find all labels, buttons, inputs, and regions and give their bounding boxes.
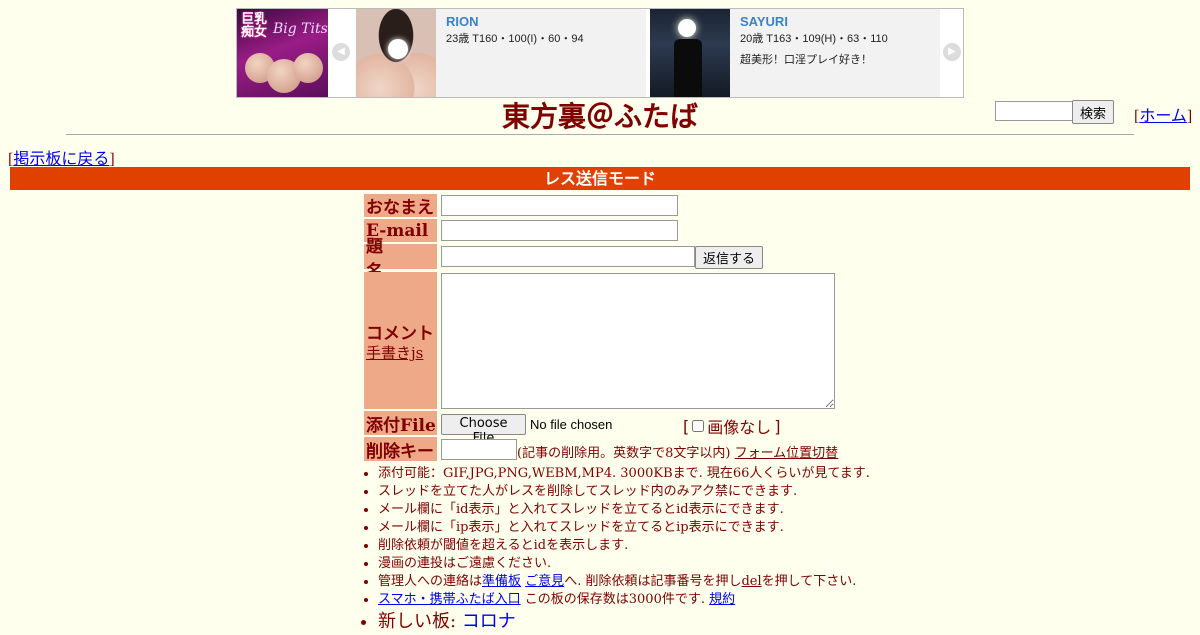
file-label: 添付File xyxy=(364,411,437,436)
list-item: 管理人への連絡は準備板 ご意見へ. 削除依頼は記事番号を押しdelを押して下さい… xyxy=(378,573,878,591)
promo-image[interactable]: 巨乳痴女 Big Tits xyxy=(237,9,328,97)
rule-text: へ. 削除依頼は記事番号を押し xyxy=(564,574,742,589)
submit-reply-button[interactable]: 返信する xyxy=(695,246,763,269)
list-item: 新しい板: コロナ xyxy=(378,609,878,635)
back-to-board-link[interactable]: 掲示板に戻る xyxy=(13,151,109,168)
choose-file-button[interactable]: Choose File xyxy=(441,414,526,446)
reply-mode-bar: レス送信モード xyxy=(10,167,1190,190)
board-rules-list: 添付可能：GIF,JPG,PNG,WEBM,MP4. 3000KBまで. 現在6… xyxy=(364,465,878,635)
promo-subtitle: Big Tits xyxy=(273,21,328,37)
name-label: おなまえ xyxy=(364,194,437,218)
promo-title: 巨乳痴女 xyxy=(241,12,268,40)
email-field[interactable] xyxy=(441,220,678,241)
form-position-toggle-link[interactable]: フォーム位置切替 xyxy=(735,446,839,461)
bracket: ] xyxy=(774,416,781,436)
terms-link[interactable]: 規約 xyxy=(709,592,735,607)
no-image-option: [ 画像なし ] xyxy=(683,414,781,438)
comment-label: コメント xyxy=(366,324,434,344)
rule-text: 管理人への連絡は xyxy=(378,574,483,589)
subject-field[interactable] xyxy=(441,246,695,267)
card-description: 超美形！口淫プレイ好き！ xyxy=(740,53,872,66)
delete-key-note: (記事の削除用。英数字で8文字以内) xyxy=(517,446,731,461)
promo-figure xyxy=(293,53,323,83)
photo-figure xyxy=(674,39,702,97)
rule-text: を押して下さい. xyxy=(761,574,857,589)
list-item: メール欄に「id表示」と入れてスレッドを立てるとid表示にできます. xyxy=(378,501,878,519)
preparation-board-link[interactable]: 準備板 xyxy=(482,574,521,589)
home-link[interactable]: ホーム xyxy=(1139,108,1187,125)
card-name: RION xyxy=(446,14,479,29)
mobile-entrance-link[interactable]: スマホ・携帯ふたば入口 xyxy=(378,592,521,607)
ad-banner[interactable]: 巨乳痴女 Big Tits ◀ RION 23歳 T160・100(I)・60・… xyxy=(236,8,964,98)
rule-text: この板の保存数は3000件です. xyxy=(520,592,705,607)
list-item: 添付可能：GIF,JPG,PNG,WEBM,MP4. 3000KBまで. 現在6… xyxy=(378,465,878,483)
delete-key-note-wrapper: (記事の削除用。英数字で8文字以内) フォーム位置切替 xyxy=(517,442,838,461)
delete-key-label: 削除キー xyxy=(364,437,437,462)
bracket: ] xyxy=(109,151,115,168)
comment-textarea[interactable] xyxy=(441,273,835,409)
carousel-next-icon[interactable]: ▶ xyxy=(943,43,961,61)
subject-label: 題 名 xyxy=(364,237,437,282)
del-label: del xyxy=(741,574,762,589)
list-item: 漫画の連投はご遠慮ください. xyxy=(378,555,878,573)
new-board-link[interactable]: コロナ xyxy=(462,611,516,632)
rule-text: 新しい板: xyxy=(378,611,462,632)
list-item: スマホ・携帯ふたば入口 この板の保存数は3000件です. 規約 xyxy=(378,591,878,609)
banner-card[interactable]: RION 23歳 T160・100(I)・60・94 xyxy=(354,9,646,97)
handwriting-link[interactable]: 手書きjs xyxy=(366,342,423,363)
search-button[interactable]: 検索 xyxy=(1072,100,1114,124)
photo-blur xyxy=(678,19,696,37)
bracket: ] xyxy=(1186,108,1193,125)
no-image-checkbox[interactable] xyxy=(692,420,705,432)
banner-card[interactable]: SAYURI 20歳 T163・109(H)・63・110 超美形！口淫プレイ好… xyxy=(648,9,940,97)
comment-label-cell: コメント 手書きjs xyxy=(364,272,437,409)
bracket: [ xyxy=(683,416,690,436)
profile-photo[interactable] xyxy=(356,9,436,97)
card-spec: 20歳 T163・109(H)・63・110 xyxy=(740,33,888,45)
no-image-label: 画像なし xyxy=(707,418,772,437)
divider xyxy=(66,134,1134,135)
photo-blur xyxy=(388,39,408,59)
search-input[interactable] xyxy=(995,101,1074,121)
list-item: メール欄に「ip表示」と入れてスレッドを立てるとip表示にできます. xyxy=(378,519,878,537)
card-name: SAYURI xyxy=(740,14,788,29)
delete-key-field[interactable] xyxy=(441,439,517,460)
no-file-status: No file chosen xyxy=(530,417,613,432)
list-item: スレッドを立てた人がレスを削除してスレッド内のみアク禁にできます. xyxy=(378,483,878,501)
carousel-prev-icon[interactable]: ◀ xyxy=(332,43,350,61)
list-item: 削除依頼が閾値を超えるとidを表示します. xyxy=(378,537,878,555)
profile-photo[interactable] xyxy=(650,9,730,97)
feedback-link[interactable]: ご意見 xyxy=(525,574,564,589)
card-spec: 23歳 T160・100(I)・60・94 xyxy=(446,33,584,45)
name-field[interactable] xyxy=(441,195,678,216)
back-link-wrapper: [掲示板に戻る] xyxy=(8,145,115,169)
home-link-wrapper: [ホーム] xyxy=(1134,102,1192,126)
